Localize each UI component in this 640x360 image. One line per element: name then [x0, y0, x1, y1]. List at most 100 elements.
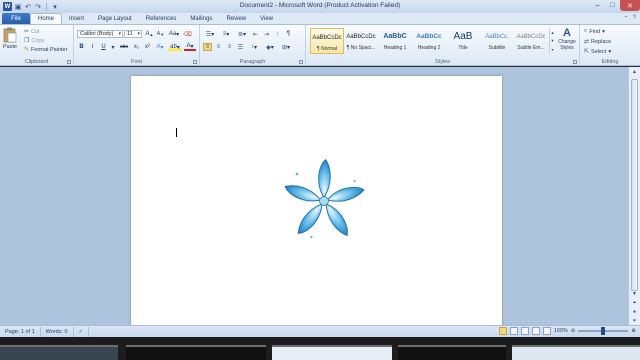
maximize-button[interactable]: □: [605, 0, 620, 11]
editing-group: ⌕ Find ▾ ⇄ Replace ⇱ Select ▾ Editing: [580, 25, 640, 66]
line-spacing-button[interactable]: ↕ ▾: [247, 43, 261, 51]
scroll-thumb[interactable]: [631, 79, 638, 291]
style-heading-2[interactable]: AaBbCc Heading 2: [412, 28, 446, 54]
decrease-indent-button[interactable]: ⇤: [251, 30, 260, 38]
font-name-dropdown-icon[interactable]: ▾: [118, 31, 121, 37]
tab-insert[interactable]: Insert: [62, 13, 91, 24]
text-effects-button[interactable]: A ▾: [154, 43, 166, 51]
previous-page-icon[interactable]: ⏶: [629, 298, 640, 307]
change-styles-button[interactable]: A Change Styles: [556, 27, 578, 51]
copy-button[interactable]: ❐ Copy: [24, 37, 44, 45]
font-launcher-icon[interactable]: [193, 60, 197, 64]
style-no-spacing[interactable]: AaBbCcDc ¶ No Spaci...: [344, 28, 378, 54]
document-page[interactable]: [131, 76, 502, 325]
align-center-button[interactable]: ≡: [214, 43, 223, 51]
zoom-out-icon[interactable]: ⊖: [571, 328, 576, 334]
document-area[interactable]: [0, 67, 628, 325]
multilevel-list-button[interactable]: ≣ ▾: [235, 30, 249, 38]
tab-references[interactable]: References: [139, 13, 184, 24]
font-size-box[interactable]: 11 ▾: [124, 30, 142, 38]
page-count[interactable]: Page: 1 of 1: [0, 326, 41, 337]
increase-indent-button[interactable]: ⇥: [262, 30, 271, 38]
superscript-button[interactable]: x²: [143, 43, 152, 51]
clear-formatting-button[interactable]: ⌫: [183, 30, 192, 38]
select-button[interactable]: ⇱ Select ▾: [584, 48, 611, 56]
italic-button[interactable]: I: [88, 43, 97, 51]
justify-button[interactable]: ☰: [236, 43, 245, 51]
print-layout-view-button[interactable]: [498, 327, 507, 335]
vertical-scrollbar[interactable]: ▲ ▼ ⏶ ● ⏷: [628, 67, 640, 325]
shading-button[interactable]: ◆ ▾: [263, 43, 277, 51]
minimize-button[interactable]: –: [590, 0, 605, 11]
clipboard-launcher-icon[interactable]: [67, 60, 71, 64]
style-title[interactable]: AaB Title: [446, 28, 480, 54]
format-painter-button[interactable]: ✎ Format Painter: [24, 46, 67, 54]
shrink-font-button[interactable]: A ▼: [156, 30, 165, 38]
close-button[interactable]: ✕: [620, 0, 640, 11]
borders-button[interactable]: ⊞ ▾: [279, 43, 293, 51]
copy-icon: ❐: [24, 38, 30, 44]
minimize-ribbon-icon[interactable]: ⌃: [624, 15, 629, 22]
outline-view-button[interactable]: [531, 327, 540, 335]
flower-image[interactable]: [279, 156, 369, 246]
full-screen-reading-view-button[interactable]: [509, 327, 518, 335]
taskbar-thumbnail[interactable]: [0, 345, 118, 360]
styles-gallery-scroll[interactable]: ▲ ▼ ▾: [549, 28, 555, 54]
paragraph-launcher-icon[interactable]: [299, 60, 303, 64]
change-case-label: Aa: [168, 31, 177, 37]
paste-button[interactable]: Paste: [3, 27, 17, 50]
style-subtitle[interactable]: AaBbCc. Subtitle: [480, 28, 514, 54]
tab-mailings[interactable]: Mailings: [183, 13, 219, 24]
word-count[interactable]: Words: 0: [41, 326, 74, 337]
underline-dropdown-icon[interactable]: ▾: [110, 43, 116, 51]
font-name-box[interactable]: Calibri (Body) ▾: [77, 30, 123, 38]
strikethrough-button[interactable]: abc: [118, 43, 130, 51]
select-browse-object-icon[interactable]: ●: [629, 307, 640, 316]
taskbar-thumbnail[interactable]: [398, 345, 506, 360]
tab-file[interactable]: File: [2, 13, 30, 24]
zoom-level[interactable]: 100%: [554, 328, 568, 334]
proofing-icon[interactable]: ✓: [74, 326, 90, 337]
tab-view[interactable]: View: [253, 13, 280, 24]
replace-button[interactable]: ⇄ Replace: [584, 38, 611, 46]
find-button[interactable]: ⌕ Find ▾: [584, 28, 605, 35]
font-color-button[interactable]: A ▾: [184, 43, 196, 51]
grow-font-button[interactable]: A ▲: [145, 30, 154, 38]
tab-home[interactable]: Home: [30, 13, 63, 24]
style-normal[interactable]: AaBbCcDc ¶ Normal: [310, 28, 344, 54]
zoom-slider-knob[interactable]: [601, 327, 606, 335]
tab-page-layout[interactable]: Page Layout: [91, 13, 139, 24]
styles-launcher-icon[interactable]: [573, 60, 577, 64]
show-marks-button[interactable]: ¶: [284, 30, 293, 38]
gallery-up-icon[interactable]: ▲: [551, 30, 555, 35]
style-heading-1[interactable]: AaBbC Heading 1: [378, 28, 412, 54]
scroll-up-icon[interactable]: ▲: [629, 67, 640, 76]
bullets-button[interactable]: ☰ ▾: [203, 30, 217, 38]
style-subtle-emphasis[interactable]: AaBbCcDc Subtle Em...: [514, 28, 548, 54]
draft-view-button[interactable]: [542, 327, 551, 335]
taskbar-thumbnail[interactable]: [272, 345, 392, 360]
bold-button[interactable]: B: [77, 43, 86, 51]
underline-button[interactable]: U: [99, 43, 108, 51]
change-case-button[interactable]: Aa ▾: [167, 30, 181, 38]
taskbar: [0, 337, 640, 360]
gallery-down-icon[interactable]: ▼: [551, 38, 555, 43]
next-page-icon[interactable]: ⏷: [629, 316, 640, 325]
cut-button[interactable]: ✂ Cut: [24, 28, 40, 36]
web-layout-view-button[interactable]: [520, 327, 529, 335]
gallery-more-icon[interactable]: ▾: [551, 47, 553, 52]
highlight-button[interactable]: ab ▾: [168, 43, 182, 51]
zoom-slider[interactable]: [578, 327, 629, 335]
taskbar-thumbnail[interactable]: [126, 345, 266, 360]
zoom-in-icon[interactable]: ⊕: [631, 328, 636, 334]
subscript-button[interactable]: x₂: [132, 43, 141, 51]
taskbar-thumbnail[interactable]: [512, 345, 640, 360]
numbering-button[interactable]: ≡ ▾: [219, 30, 233, 38]
tab-review[interactable]: Review: [219, 13, 253, 24]
align-left-button[interactable]: ≡: [203, 43, 212, 51]
sort-button[interactable]: ↕: [273, 30, 282, 38]
align-right-button[interactable]: ≡: [225, 43, 234, 51]
scroll-down-icon[interactable]: ▼: [629, 289, 640, 298]
help-icon[interactable]: ?: [633, 15, 636, 22]
font-size-dropdown-icon[interactable]: ▾: [137, 31, 140, 37]
